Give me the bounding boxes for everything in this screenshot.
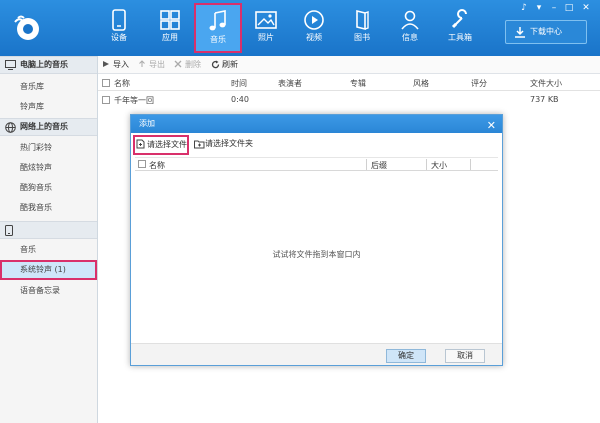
sidebar-section-device <box>0 221 97 239</box>
main-toolbar: 导入 导出 删除 刷新 <box>98 56 600 74</box>
column-size[interactable]: 文件大小 <box>530 78 562 89</box>
column-rating[interactable]: 评分 <box>471 78 487 89</box>
song-size: 737 KB <box>530 95 559 104</box>
nav-label: 设备 <box>111 33 127 42</box>
dialog-column-extension[interactable]: 后缀 <box>371 160 387 171</box>
sidebar-section-online-music: 网络上的音乐 <box>0 118 97 136</box>
dialog-title: 添加 <box>139 119 155 128</box>
book-icon <box>356 9 369 31</box>
nav-apps[interactable]: 应用 <box>148 5 192 51</box>
sidebar: 电脑上的音乐 音乐库 铃声库 网络上的音乐 热门彩铃 酷炫铃声 酷狗音乐 酷我音… <box>0 56 98 423</box>
device-icon <box>112 9 126 31</box>
download-center-label: 下载中心 <box>530 27 562 36</box>
download-icon <box>515 27 525 38</box>
sidebar-item-hot-ringback[interactable]: 热门彩铃 <box>0 138 97 158</box>
nav-music[interactable]: 音乐 <box>194 3 242 53</box>
song-time: 0:40 <box>231 95 249 104</box>
app-logo-icon <box>14 15 39 40</box>
column-album[interactable]: 专辑 <box>350 78 366 89</box>
sidebar-item-device-music[interactable]: 音乐 <box>0 240 97 260</box>
row-checkbox[interactable] <box>102 96 110 104</box>
nav-video[interactable]: 视频 <box>292 5 336 51</box>
nav-toolbox[interactable]: 工具箱 <box>438 5 482 51</box>
column-artist[interactable]: 表演者 <box>278 78 302 89</box>
dialog-select-all-checkbox[interactable] <box>138 160 146 168</box>
globe-icon <box>5 122 16 133</box>
dialog-title-bar: 添加 ✕ <box>131 115 502 133</box>
dialog-column-size[interactable]: 大小 <box>431 160 447 171</box>
dialog-column-name[interactable]: 名称 <box>149 160 165 171</box>
nav-label: 图书 <box>354 33 370 42</box>
delete-button[interactable]: 删除 <box>174 59 201 70</box>
nav-label: 信息 <box>402 33 418 42</box>
ok-button[interactable]: 确定 <box>386 349 426 363</box>
sidebar-item-voice-memos[interactable]: 语音备忘录 <box>0 281 97 301</box>
nav-label: 照片 <box>258 33 274 42</box>
song-list-header: 名称 时间 表演者 专辑 风格 评分 文件大小 <box>98 75 600 91</box>
phone-icon <box>5 225 13 236</box>
menu-dropdown-icon[interactable]: ▾ <box>533 3 545 13</box>
refresh-button[interactable]: 刷新 <box>211 59 238 70</box>
import-icon <box>103 61 109 67</box>
maximize-button[interactable]: □ <box>563 3 575 13</box>
column-name[interactable]: 名称 <box>114 78 130 89</box>
column-genre[interactable]: 风格 <box>413 78 429 89</box>
apps-icon <box>160 10 180 30</box>
close-window-button[interactable]: ✕ <box>580 3 592 13</box>
drop-zone-hint: 试试将文件拖到本窗口内 <box>272 250 361 259</box>
sidebar-item-kugou-music[interactable]: 酷狗音乐 <box>0 178 97 198</box>
sidebar-item-ringtone-library[interactable]: 铃声库 <box>0 97 97 117</box>
sidebar-section-pc-music: 电脑上的音乐 <box>0 56 97 74</box>
refresh-icon <box>211 60 220 69</box>
nav-label: 视频 <box>306 33 322 42</box>
export-button[interactable]: 导出 <box>138 59 165 70</box>
dialog-close-button[interactable]: ✕ <box>487 117 496 135</box>
import-button[interactable]: 导入 <box>102 59 129 70</box>
select-all-checkbox[interactable] <box>102 79 110 87</box>
monitor-icon <box>5 60 16 70</box>
export-icon <box>139 60 145 67</box>
top-bar: 设备 应用 音乐 照片 视频 图书 信息 工具箱 ♪ ▾ – □ ✕ 下载中心 <box>0 0 600 56</box>
sidebar-item-music-library[interactable]: 音乐库 <box>0 77 97 97</box>
cancel-button[interactable]: 取消 <box>445 349 485 363</box>
delete-icon <box>174 60 182 68</box>
song-name: 千年等一回 <box>114 96 154 105</box>
add-dialog: 添加 ✕ 请选择文件 请选择文件夹 名称 后缀 大小 试试将文件拖到本窗口内 确… <box>130 114 503 366</box>
select-file-button[interactable]: 请选择文件 <box>133 135 189 155</box>
add-file-icon <box>136 139 145 149</box>
nav-label: 音乐 <box>210 35 226 44</box>
table-row[interactable]: 千年等一回 0:40 737 KB <box>98 92 600 108</box>
minimize-button[interactable]: – <box>548 3 560 13</box>
nav-photo[interactable]: 照片 <box>244 5 288 51</box>
column-time[interactable]: 时间 <box>231 78 247 89</box>
music-icon <box>209 10 226 31</box>
wrench-icon <box>451 9 467 29</box>
nav-label: 应用 <box>162 33 178 42</box>
video-icon <box>304 10 324 30</box>
select-folder-button[interactable]: 请选择文件夹 <box>191 135 261 155</box>
photo-icon <box>255 11 277 29</box>
user-icon <box>401 10 419 30</box>
dialog-file-list-header: 名称 后缀 大小 <box>135 157 498 171</box>
skin-icon[interactable]: ♪ <box>518 3 530 13</box>
sidebar-item-system-ringtones[interactable]: 系统铃声 (1) <box>0 260 97 280</box>
add-folder-icon <box>194 140 205 149</box>
nav-book[interactable]: 图书 <box>340 5 384 51</box>
nav-info[interactable]: 信息 <box>388 5 432 51</box>
dialog-footer: 确定 取消 <box>131 343 502 365</box>
nav-label: 工具箱 <box>448 33 472 42</box>
download-center-button[interactable]: 下载中心 <box>505 20 587 44</box>
sidebar-item-cool-ringtones[interactable]: 酷炫铃声 <box>0 158 97 178</box>
sidebar-item-kuwo-music[interactable]: 酷我音乐 <box>0 198 97 218</box>
nav-device[interactable]: 设备 <box>97 5 141 51</box>
